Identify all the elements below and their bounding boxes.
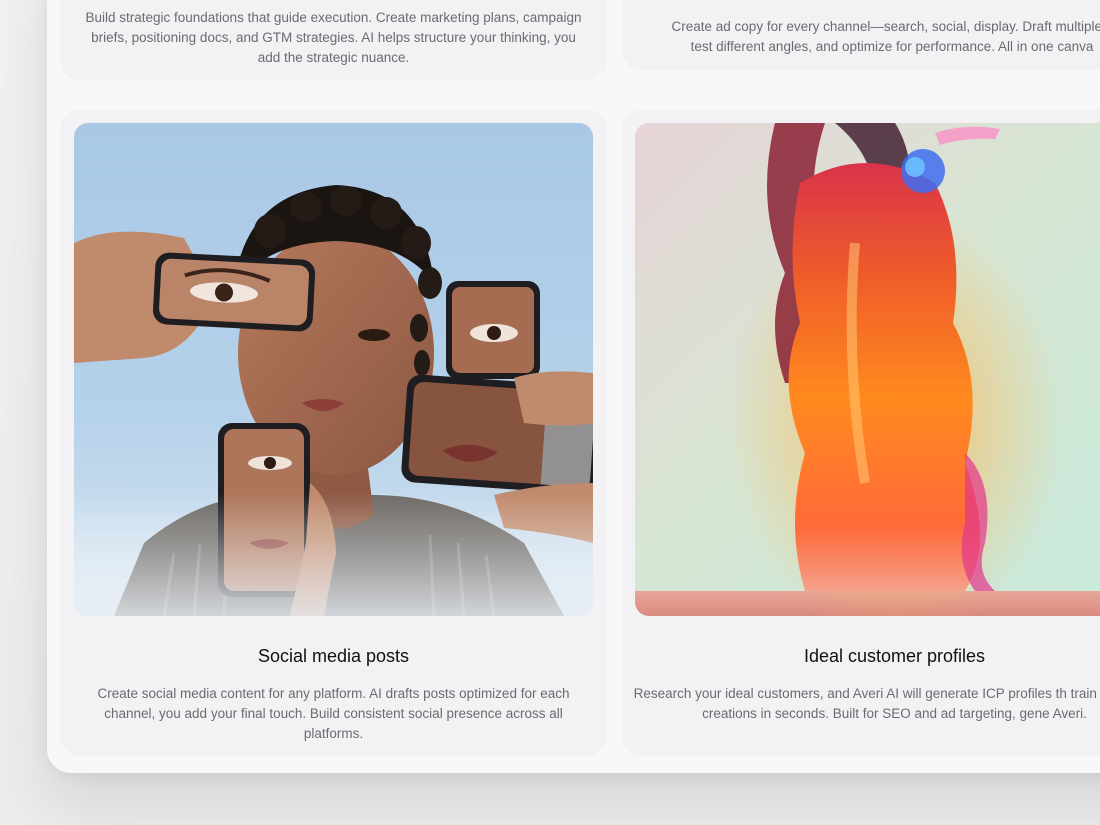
ad-copy-description-line-2: test different angles, and optimize for … — [690, 39, 1094, 54]
person-with-phones-image — [74, 123, 593, 616]
social-media-posts-description: Create social media content for any plat… — [97, 686, 570, 741]
social-media-posts-title: Social media posts — [257, 646, 410, 666]
ideal-customer-profiles-description: Research your ideal customers, and Averi… — [633, 686, 1100, 721]
ad-copy-description-line-1: Create ad copy for every channel—search,… — [671, 19, 1100, 34]
person-with-phones-illustration — [74, 123, 593, 616]
page-canvas: Build strategic foundations that guide e… — [0, 0, 1100, 825]
feature-card-ad-copy-description: Create ad copy for every channel—search,… — [632, 17, 1100, 57]
ideal-customer-profiles-title: Ideal customer profiles — [803, 646, 986, 666]
feature-card-strategy-description: Build strategic foundations that guide e… — [85, 10, 582, 65]
abstract-figure-illustration — [635, 123, 1100, 616]
abstract-figure-image — [635, 123, 1100, 616]
